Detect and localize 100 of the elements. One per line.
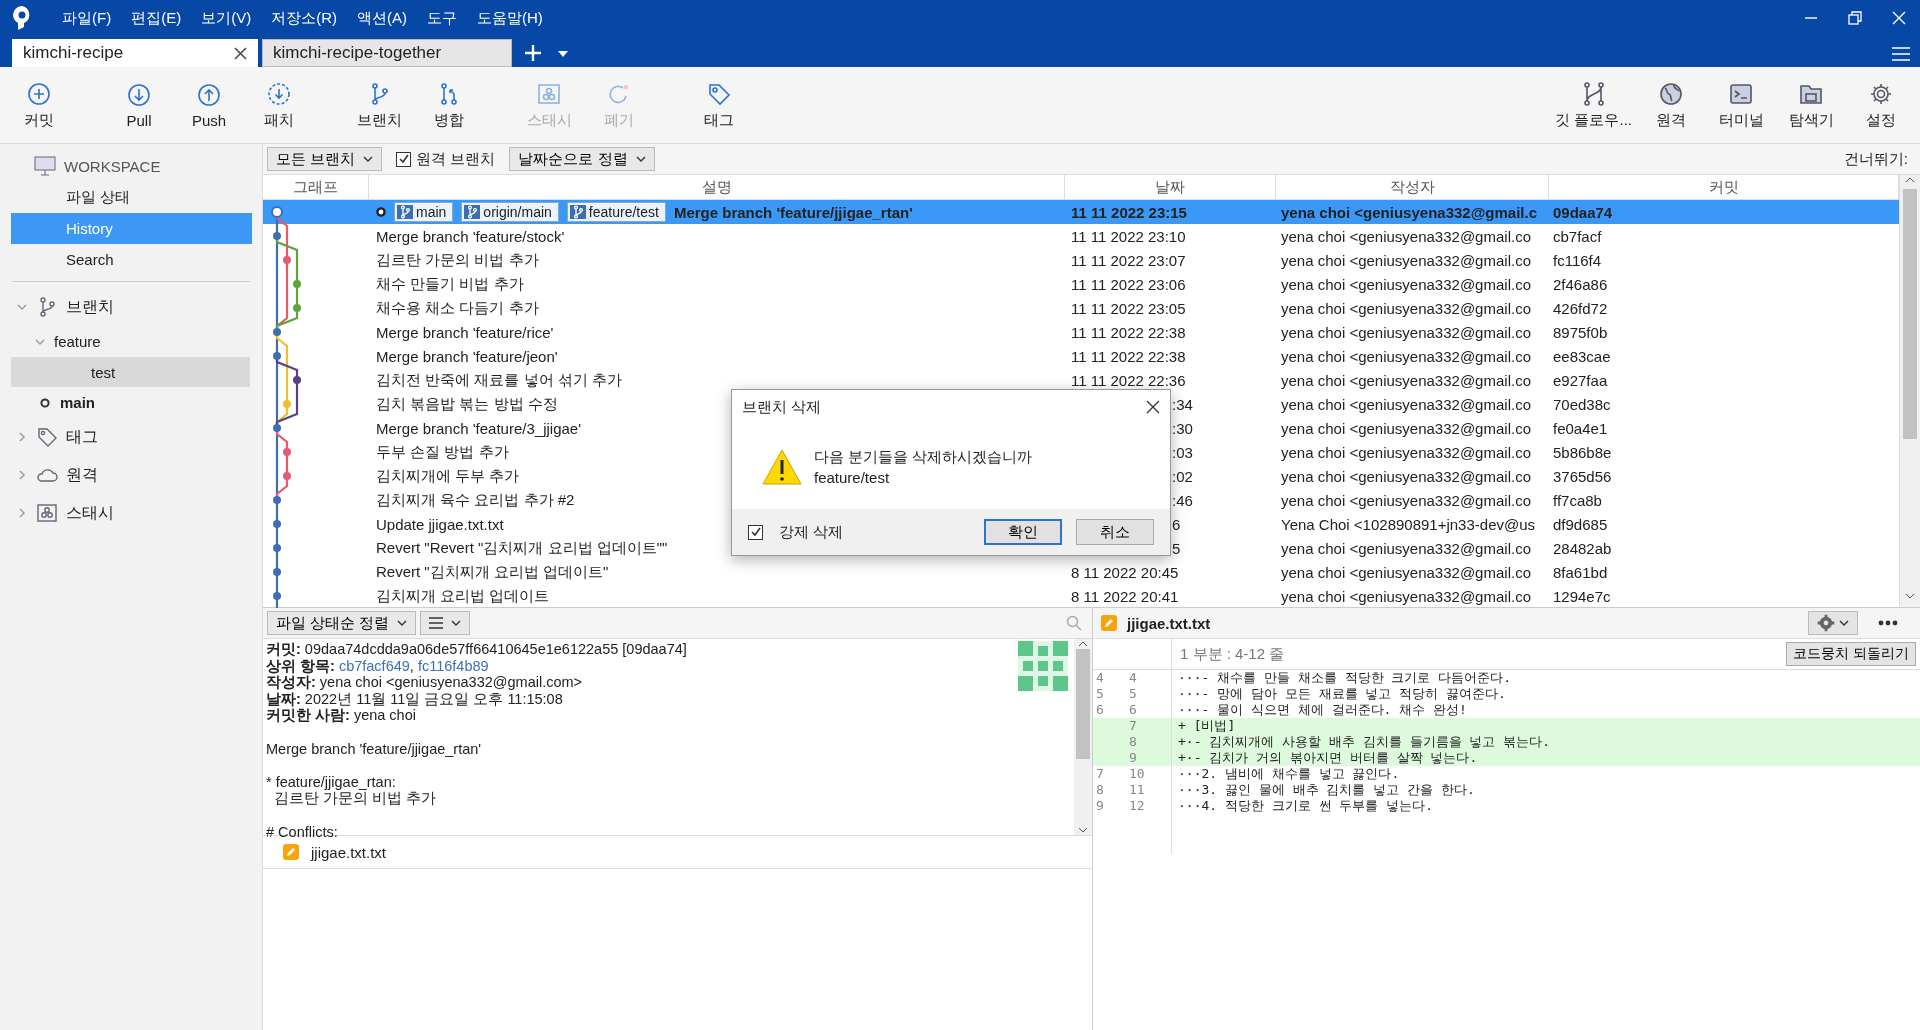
scroll-down-icon[interactable] [1905,591,1915,601]
branch-label[interactable]: origin/main [461,202,559,222]
app-logo-icon [12,5,32,31]
sidebar-item[interactable]: Search [11,244,252,275]
close-icon[interactable] [234,46,247,60]
add-tab-icon[interactable] [524,44,542,62]
menu-icon[interactable] [1892,47,1910,61]
toolbar-button[interactable]: 설정 [1846,67,1916,143]
sidebar-item[interactable]: 파일 상태 [11,182,252,213]
commit-message[interactable]: Merge branch 'feature/stock' [376,227,565,245]
toolbar-button[interactable]: 탐색기 [1776,67,1846,143]
commit-message[interactable]: Revert "Revert "김치찌개 요리법 업데이트"" [376,538,668,558]
dropdown-icon[interactable] [558,51,568,57]
column-header[interactable]: 날짜 [1065,175,1276,199]
toolbar-button[interactable]: 깃 플로우... [1551,67,1636,143]
commit-hash: 28482ab [1552,539,1613,557]
restore-icon[interactable] [1848,11,1862,25]
toolbar-button[interactable]: 원격 [1636,67,1706,143]
branch-filter-dropdown[interactable]: 모든 브랜치 [267,147,383,171]
menu-item[interactable]: 보기(V) [191,8,262,28]
file-name[interactable]: jjigae.txt.txt [311,843,387,861]
section-label[interactable]: 스태시 [66,502,114,524]
code-text: ···4. 적당한 크기로 썬 두부를 넣는다. [1177,798,1434,814]
scroll-up-icon[interactable] [1905,175,1915,185]
column-header[interactable]: 그래프 [263,175,369,199]
commit-dot [273,424,281,432]
commit-message[interactable]: 두부 손질 방법 추가 [376,442,509,462]
commit-message[interactable]: 채수용 채소 다듬기 추가 [376,298,539,318]
commit-author: yena choi <geniusyena332@gmail.co [1280,275,1532,293]
toolbar-button[interactable]: Pull [104,67,174,143]
section-label[interactable]: 원격 [66,464,98,486]
branch-icon [569,205,586,219]
branch-item[interactable]: main [60,394,95,411]
caret-icon [451,620,462,626]
commit-author: yena choi <geniusyena332@gmail.c [1280,203,1538,221]
toolbar-button[interactable]: Push [174,67,244,143]
menu-item[interactable]: 편집(E) [121,8,192,28]
commit-message[interactable]: 채수 만들기 비법 추가 [376,274,524,294]
branch-label[interactable]: main [394,202,454,222]
toolbar-button[interactable]: 태그 [684,67,754,143]
view-mode-dropdown[interactable] [420,611,471,635]
menu-item[interactable]: 파일(F) [52,8,122,28]
commit-hash: 3765d56 [1552,467,1613,485]
commit-message[interactable]: Merge branch 'feature/3_jjigae' [376,419,582,437]
checkbox[interactable] [396,151,412,167]
checkbox[interactable] [748,524,763,540]
revert-hunk-button[interactable]: 코드뭉치 되돌리기 [1786,642,1916,666]
section-label[interactable]: 태그 [66,426,98,448]
branch-label[interactable]: feature/test [566,202,666,222]
commit-message[interactable]: 김치찌개에 두부 추가 [376,466,520,486]
menu-item[interactable]: 저장소(R) [261,8,347,28]
menu-item[interactable]: 도구 [417,8,467,28]
branch-item[interactable]: test [11,357,250,387]
commit-author: yena choi <geniusyena332@gmail.co [1280,371,1532,389]
folder-label[interactable]: feature [54,333,101,350]
section-label[interactable]: 브랜치 [66,296,114,318]
commit-message[interactable]: Revert "김치찌개 요리법 업데이트" [376,562,609,582]
caret-icon [363,156,374,162]
file-sort-dropdown[interactable]: 파일 상태순 정렬 [267,611,417,635]
checkbox-label[interactable]: 원격 브랜치 [416,149,496,169]
repo-tab[interactable]: kimchi-recipe [12,39,258,67]
detail-label: 상위 항목: [266,657,335,674]
more-icon[interactable] [1878,620,1898,626]
commit-message[interactable]: 김치전 반죽에 재료를 넣어 섞기 추가 [376,370,622,390]
commit-hash: 426fd72 [1552,299,1609,317]
toolbar-button[interactable]: 패치 [244,67,314,143]
commit-message[interactable]: Merge branch 'feature/rice' [376,323,554,341]
checkbox-label[interactable]: 강제 삭제 [779,522,844,542]
cancel-button[interactable]: 취소 [1076,519,1154,545]
commit-message[interactable]: 김치 볶음밥 볶는 방법 수정 [376,394,558,414]
column-header[interactable]: 설명 [369,175,1065,199]
toolbar-button[interactable]: 병합 [414,67,484,143]
scroll-down-icon[interactable] [1078,825,1088,835]
parent-link[interactable]: cb7facf649 [338,657,410,674]
scrollbar-thumb[interactable] [1903,189,1917,439]
close-icon[interactable] [1146,400,1160,414]
commit-row[interactable]: main origin/main feature/test Merge branch 'feature/jjigae_rtan' 11 11 2022 23:15 yena choi <geniusyena332@gmail.c 09daa74 [263,200,1899,224]
commit-dot [283,448,291,456]
sort-dropdown[interactable]: 날짜순으로 정렬 [509,147,655,171]
dialog-title: 브랜치 삭제 [742,397,822,417]
hunk-header: 1 부분 : 4-12 줄 [1179,644,1285,664]
settings-dropdown[interactable] [1808,611,1858,635]
scrollbar-thumb[interactable] [1076,649,1090,759]
toolbar-button[interactable]: 커밋 [4,67,74,143]
scroll-up-icon[interactable] [1078,639,1088,649]
commit-message[interactable]: Merge branch 'feature/jjigae_rtan' [673,203,913,221]
commit-message[interactable]: Merge branch 'feature/jeon' [376,347,558,365]
toolbar-button[interactable]: 브랜치 [344,67,414,143]
parent-link[interactable]: fc116f4b89 [417,657,489,674]
repo-tab[interactable]: kimchi-recipe-together [262,39,512,67]
menu-item[interactable]: 액션(A) [347,8,417,28]
detail-line: 커밋한 사람: yena choi [266,707,417,724]
confirm-button[interactable]: 확인 [984,519,1062,545]
column-header[interactable]: 작성자 [1276,175,1549,199]
toolbar-button[interactable]: 터미널 [1706,67,1776,143]
commit-message[interactable]: Update jjigae.txt.txt [376,515,504,533]
commit-message[interactable]: 김르탄 가문의 비법 추가 [376,250,539,270]
commit-message[interactable]: 김치찌개 육수 요리법 추가 #2 [376,490,575,510]
commit-message[interactable]: 김치찌개 요리법 업데이트 [376,586,550,606]
menu-item[interactable]: 도움말(H) [467,8,553,28]
